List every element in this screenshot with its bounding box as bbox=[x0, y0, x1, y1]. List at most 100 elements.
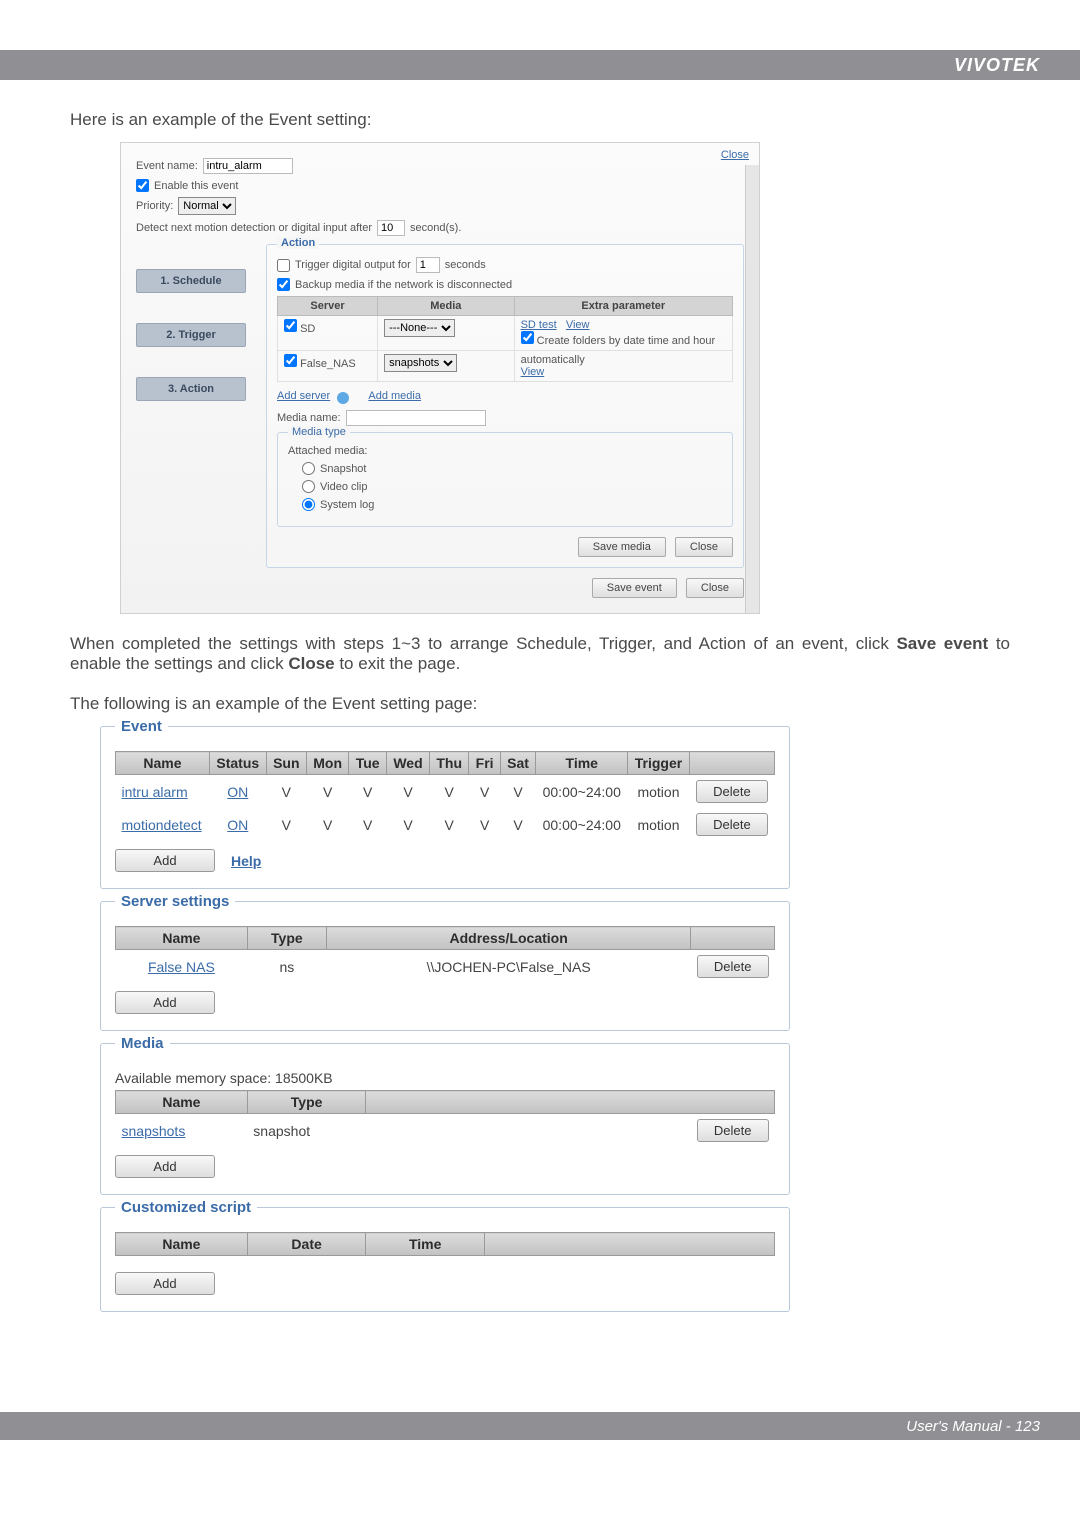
row-nas-media-select[interactable]: snapshots bbox=[384, 354, 457, 372]
add-media-link[interactable]: Add media bbox=[368, 390, 421, 402]
day-cell: V bbox=[430, 775, 469, 809]
action-th-extra: Extra parameter bbox=[514, 297, 732, 316]
server-type-cell: ns bbox=[247, 950, 326, 984]
delete-button[interactable]: Delete bbox=[696, 780, 768, 803]
event-th: Wed bbox=[386, 752, 429, 775]
media-table: NameType snapshotssnapshotDelete bbox=[115, 1090, 775, 1147]
footer-bar: User's Manual - 123 bbox=[0, 1412, 1080, 1440]
server-add-button[interactable]: Add bbox=[115, 991, 215, 1014]
trigger-output-unit: seconds bbox=[445, 259, 486, 271]
brand-bar: VIVOTEK bbox=[0, 50, 1080, 80]
event-name-link[interactable]: intru alarm bbox=[116, 775, 210, 809]
trigger-output-seconds[interactable] bbox=[416, 257, 440, 273]
trigger-cell: motion bbox=[628, 808, 690, 841]
priority-select[interactable]: Normal bbox=[178, 197, 236, 215]
intro-text-2: The following is an example of the Event… bbox=[70, 694, 1010, 714]
nas-view-link[interactable]: View bbox=[521, 366, 545, 378]
event-th: Status bbox=[209, 752, 266, 775]
trigger-cell: motion bbox=[628, 775, 690, 809]
event-add-button[interactable]: Add bbox=[115, 849, 215, 872]
row-nas-checkbox[interactable] bbox=[284, 354, 297, 367]
body-text-1: When completed the settings with steps 1… bbox=[70, 634, 1010, 674]
detect-seconds-input[interactable] bbox=[377, 220, 405, 236]
save-event-button[interactable]: Save event bbox=[592, 578, 677, 598]
media-systemlog-radio[interactable] bbox=[302, 498, 315, 511]
day-cell: V bbox=[469, 775, 500, 809]
event-status-link[interactable]: ON bbox=[209, 775, 266, 809]
media-type-cell: snapshot bbox=[247, 1114, 366, 1148]
server-th: Type bbox=[247, 927, 326, 950]
script-th-empty bbox=[485, 1233, 775, 1256]
event-th: Time bbox=[536, 752, 628, 775]
add-server-link[interactable]: Add server bbox=[277, 390, 330, 402]
media-systemlog-label: System log bbox=[320, 499, 374, 511]
event-panel-title: Event bbox=[115, 718, 168, 735]
step-schedule[interactable]: 1. Schedule bbox=[136, 269, 246, 293]
day-cell: V bbox=[266, 775, 306, 809]
server-settings-panel: Server settings NameTypeAddress/Location… bbox=[100, 901, 790, 1031]
media-videoclip-radio[interactable] bbox=[302, 480, 315, 493]
table-row: intru alarmONVVVVVVV00:00~24:00motionDel… bbox=[116, 775, 775, 809]
table-row: False NASns\\JOCHEN-PC\False_NASDelete bbox=[116, 950, 775, 984]
day-cell: V bbox=[306, 775, 349, 809]
row-sd-media-select[interactable]: ---None--- bbox=[384, 319, 455, 337]
script-th: Date bbox=[247, 1233, 366, 1256]
scrollbar[interactable] bbox=[745, 165, 759, 613]
row-sd-label: SD bbox=[300, 323, 315, 335]
media-snapshot-radio[interactable] bbox=[302, 462, 315, 475]
enable-event-checkbox[interactable] bbox=[136, 179, 149, 192]
media-name-link[interactable]: snapshots bbox=[116, 1114, 248, 1148]
day-cell: V bbox=[349, 808, 387, 841]
step-action[interactable]: 3. Action bbox=[136, 377, 246, 401]
close-media-button[interactable]: Close bbox=[675, 537, 733, 557]
time-cell: 00:00~24:00 bbox=[536, 775, 628, 809]
event-th bbox=[689, 752, 774, 775]
event-name-label: Event name: bbox=[136, 160, 198, 172]
footer-text: User's Manual - 123 bbox=[906, 1418, 1040, 1435]
row-sd-checkbox[interactable] bbox=[284, 319, 297, 332]
delete-button[interactable]: Delete bbox=[696, 813, 768, 836]
backup-media-checkbox[interactable] bbox=[277, 278, 290, 291]
day-cell: V bbox=[430, 808, 469, 841]
memory-text: Available memory space: 18500KB bbox=[115, 1070, 775, 1086]
media-panel: Media Available memory space: 18500KB Na… bbox=[100, 1043, 790, 1195]
media-add-button[interactable]: Add bbox=[115, 1155, 215, 1178]
server-panel-title: Server settings bbox=[115, 893, 235, 910]
delete-button[interactable]: Delete bbox=[697, 955, 769, 978]
day-cell: V bbox=[469, 808, 500, 841]
close-link[interactable]: Close bbox=[721, 149, 749, 161]
media-th: Name bbox=[116, 1091, 248, 1114]
action-legend: Action bbox=[277, 237, 319, 249]
script-add-button[interactable]: Add bbox=[115, 1272, 215, 1295]
backup-media-label: Backup media if the network is disconnec… bbox=[295, 279, 512, 291]
trigger-output-checkbox[interactable] bbox=[277, 259, 290, 272]
create-folders-checkbox[interactable] bbox=[521, 331, 534, 344]
save-media-button[interactable]: Save media bbox=[578, 537, 666, 557]
server-th: Address/Location bbox=[326, 927, 691, 950]
event-status-link[interactable]: ON bbox=[209, 808, 266, 841]
media-th bbox=[366, 1091, 775, 1114]
server-table: NameTypeAddress/Location False NASns\\JO… bbox=[115, 926, 775, 983]
close-event-button[interactable]: Close bbox=[686, 578, 744, 598]
server-th bbox=[691, 927, 775, 950]
delete-button[interactable]: Delete bbox=[697, 1119, 769, 1142]
event-th: Mon bbox=[306, 752, 349, 775]
event-th: Fri bbox=[469, 752, 500, 775]
brand-text: VIVOTEK bbox=[954, 55, 1040, 76]
day-cell: V bbox=[266, 808, 306, 841]
event-name-link[interactable]: motiondetect bbox=[116, 808, 210, 841]
media-name-input[interactable] bbox=[346, 410, 486, 426]
trigger-output-label: Trigger digital output for bbox=[295, 259, 411, 271]
sd-test-link[interactable]: SD test bbox=[521, 319, 557, 331]
step-trigger[interactable]: 2. Trigger bbox=[136, 323, 246, 347]
event-th: Trigger bbox=[628, 752, 690, 775]
server-name-link[interactable]: False NAS bbox=[116, 950, 248, 984]
help-link[interactable]: Help bbox=[231, 853, 261, 869]
row-nas-auto: automatically bbox=[521, 354, 585, 366]
day-cell: V bbox=[349, 775, 387, 809]
event-name-input[interactable] bbox=[203, 158, 293, 174]
sd-view-link[interactable]: View bbox=[566, 319, 590, 331]
enable-event-label: Enable this event bbox=[154, 180, 238, 192]
media-name-label: Media name: bbox=[277, 412, 341, 424]
create-folders-label: Create folders by date time and hour bbox=[537, 335, 716, 347]
